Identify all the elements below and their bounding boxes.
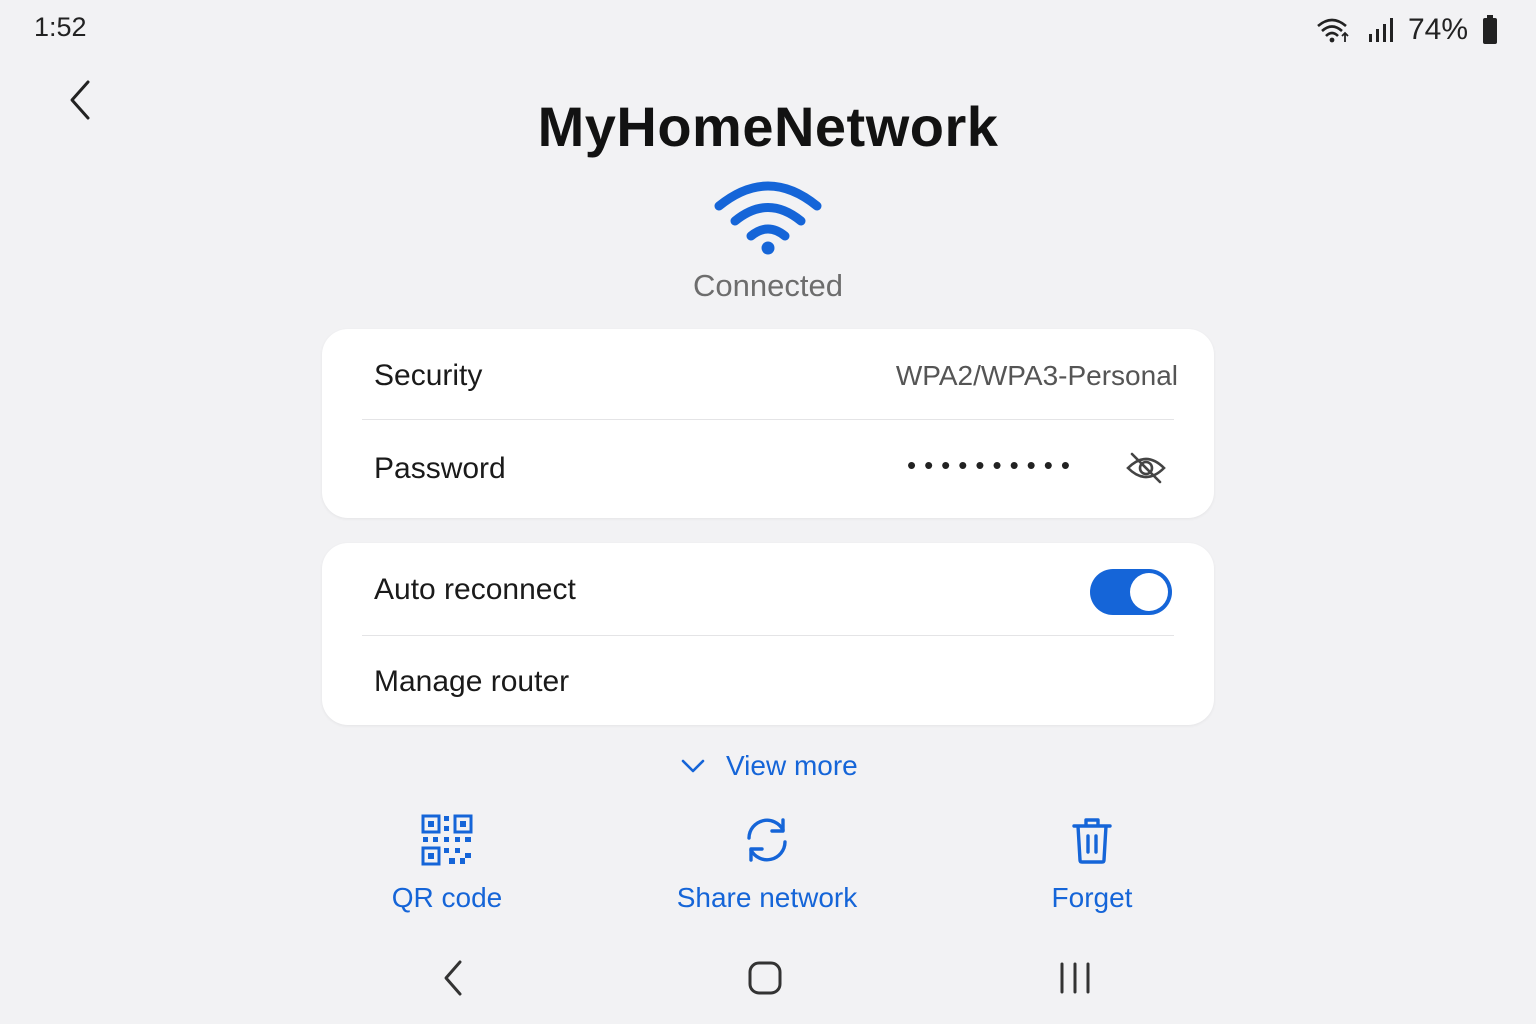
qr-code-label: QR code bbox=[391, 882, 503, 913]
auto-reconnect-label: Auto reconnect bbox=[374, 573, 576, 606]
nav-home-button[interactable] bbox=[741, 956, 789, 1000]
divider bbox=[362, 635, 1174, 636]
forget-button[interactable]: Forget bbox=[962, 812, 1222, 914]
manage-router-label: Manage router bbox=[374, 665, 570, 698]
share-network-label: Share network bbox=[676, 882, 858, 913]
view-more-label: View more bbox=[726, 750, 858, 781]
qr-code-button[interactable]: QR code bbox=[317, 812, 577, 914]
auto-reconnect-toggle[interactable] bbox=[1090, 569, 1172, 615]
manage-router-row[interactable]: Manage router bbox=[322, 637, 1214, 727]
chevron-down-icon bbox=[681, 759, 705, 773]
trash-icon bbox=[1072, 818, 1112, 864]
refresh-icon bbox=[747, 818, 787, 862]
cell-signal-icon bbox=[1368, 18, 1393, 42]
wifi-status-icon bbox=[1317, 18, 1349, 43]
qr-code-icon bbox=[421, 814, 473, 866]
battery-icon bbox=[1483, 15, 1497, 44]
nav-recents-button[interactable] bbox=[1051, 956, 1099, 1000]
divider bbox=[362, 419, 1174, 420]
auto-reconnect-row[interactable]: Auto reconnect bbox=[322, 545, 1214, 635]
wifi-icon bbox=[714, 181, 822, 255]
security-value: WPA2/WPA3-Personal bbox=[895, 360, 1178, 391]
status-icons: 74% bbox=[1316, 10, 1498, 50]
security-row: Security WPA2/WPA3-Personal bbox=[322, 331, 1214, 421]
nav-back-button[interactable] bbox=[430, 956, 478, 1000]
connection-status: Connected bbox=[693, 268, 843, 303]
password-masked: •••••••••• bbox=[906, 450, 1078, 480]
forget-label: Forget bbox=[1051, 882, 1133, 913]
security-label: Security bbox=[374, 359, 483, 392]
show-password-eye-icon[interactable] bbox=[1124, 448, 1168, 488]
page-title: MyHomeNetwork bbox=[537, 95, 999, 158]
toggle-knob bbox=[1130, 573, 1168, 611]
status-time: 1:52 bbox=[34, 12, 87, 42]
password-label: Password bbox=[374, 452, 506, 485]
share-network-button[interactable]: Share network bbox=[637, 812, 897, 914]
battery-percent: 74% bbox=[1407, 13, 1468, 46]
network-settings-card: Auto reconnect Manage router bbox=[322, 543, 1214, 725]
view-more-button[interactable]: View more bbox=[680, 746, 858, 786]
network-details-card: Security WPA2/WPA3-Personal Password •••… bbox=[322, 329, 1214, 518]
password-row: Password •••••••••• bbox=[322, 424, 1214, 514]
